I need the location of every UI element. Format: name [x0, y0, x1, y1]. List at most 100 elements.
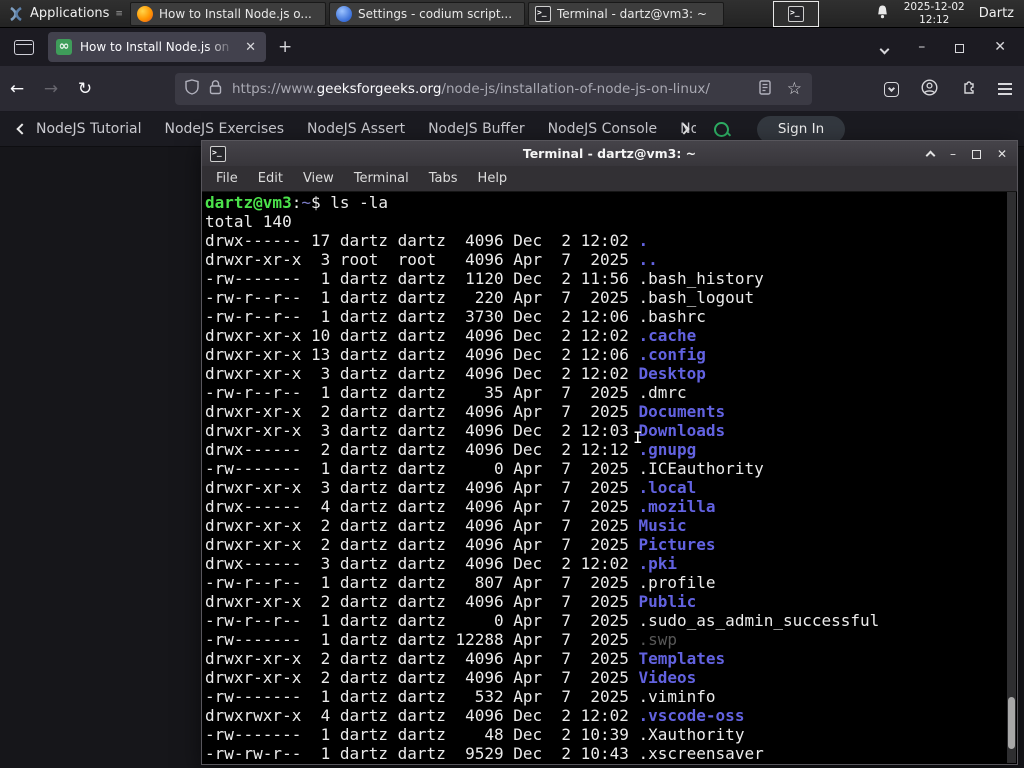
reader-mode-icon[interactable] — [759, 79, 771, 99]
terminal-listing-line: -rw------- 1 dartz dartz 48 Dec 2 10:39 … — [205, 725, 1017, 744]
firefox-view-icon[interactable] — [14, 39, 34, 55]
terminal-menu-bar: File Edit View Terminal Tabs Help — [202, 166, 1017, 192]
terminal-listing-line: drwxrwxr-x 4 dartz dartz 4096 Dec 2 12:0… — [205, 706, 1017, 725]
terminal-listing-line: drwxr-xr-x 3 dartz dartz 4096 Dec 2 12:0… — [205, 364, 1017, 383]
file-meta: drwxr-xr-x 2 dartz dartz 4096 Apr 7 2025 — [205, 535, 639, 554]
file-name: .sudo_as_admin_successful — [638, 611, 880, 630]
terminal-close-button[interactable]: ✕ — [997, 147, 1007, 161]
window-icon — [136, 5, 153, 22]
site-nav-item[interactable]: NodeJS Exercises — [164, 121, 284, 137]
file-meta: drwx------ 17 dartz dartz 4096 Dec 2 12:… — [205, 231, 639, 250]
account-icon[interactable] — [921, 78, 938, 100]
tracking-shield-icon[interactable] — [185, 79, 199, 99]
menu-hamburger-icon[interactable] — [998, 88, 1012, 90]
terminal-listing-line: drwxr-xr-x 2 dartz dartz 4096 Apr 7 2025… — [205, 402, 1017, 421]
list-all-tabs-icon[interactable] — [879, 38, 890, 57]
url-text: https://www.geeksforgeeks.org/node-js/in… — [232, 81, 749, 97]
clock[interactable]: 2025-12-02 12:12 — [904, 1, 965, 26]
search-icon[interactable] — [714, 121, 729, 137]
extensions-puzzle-icon[interactable] — [960, 79, 976, 99]
terminal-total-line: total 140 — [205, 212, 292, 231]
terminal-menu-item[interactable]: Terminal — [344, 171, 419, 186]
site-nav-items: NodeJS Tutorial NodeJS Exercises NodeJS … — [36, 121, 696, 137]
back-button[interactable]: ← — [0, 79, 34, 99]
terminal-title-bar[interactable]: Terminal - dartz@vm3: ~ – ✕ — [202, 141, 1017, 166]
file-meta: drwxrwxr-x 4 dartz dartz 4096 Dec 2 12:0… — [205, 706, 639, 725]
terminal-icon — [787, 5, 804, 22]
file-name: .pki — [638, 554, 678, 573]
new-tab-button[interactable]: + — [278, 37, 292, 57]
file-meta: drwx------ 4 dartz dartz 4096 Apr 7 2025 — [205, 497, 639, 516]
terminal-listing-line: drwxr-xr-x 2 dartz dartz 4096 Apr 7 2025… — [205, 668, 1017, 687]
url-bar[interactable]: https://www.geeksforgeeks.org/node-js/in… — [175, 73, 812, 105]
reload-button[interactable]: ↻ — [68, 79, 102, 99]
terminal-menu-item[interactable]: View — [293, 171, 344, 186]
pocket-save-icon[interactable] — [884, 81, 899, 97]
file-name: .Xauthority — [638, 725, 745, 744]
terminal-menu-item[interactable]: Tabs — [419, 171, 468, 186]
file-meta: drwxr-xr-x 2 dartz dartz 4096 Apr 7 2025 — [205, 649, 639, 668]
browser-minimize-button[interactable]: – — [918, 39, 925, 55]
browser-tab-bar: ∞ How to Install Node.js on ✕ + – ✕ — [0, 28, 1024, 66]
user-menu[interactable]: Dartz — [979, 6, 1014, 21]
taskbar-window-button[interactable]: Settings - codium script... — [328, 1, 525, 26]
terminal-listing-line: -rw-r--r-- 1 dartz dartz 35 Apr 7 2025 .… — [205, 383, 1017, 402]
file-name: .bash_logout — [638, 288, 755, 307]
terminal-listing-line: -rw-r--r-- 1 dartz dartz 807 Apr 7 2025 … — [205, 573, 1017, 592]
workspace-window-preview[interactable] — [772, 0, 819, 27]
file-name: .ICEauthority — [638, 459, 764, 478]
applications-menu-button[interactable]: Applications ≡ — [0, 0, 130, 28]
terminal-listing-line: drwx------ 17 dartz dartz 4096 Dec 2 12:… — [205, 231, 1017, 250]
file-name: .gnupg — [638, 440, 697, 459]
terminal-listing-line: drwxr-xr-x 10 dartz dartz 4096 Dec 2 12:… — [205, 326, 1017, 345]
file-name: Downloads — [638, 421, 726, 440]
terminal-menu-item[interactable]: File — [206, 171, 248, 186]
forward-button[interactable]: → — [34, 79, 68, 99]
panel-tray: 2025-12-02 12:12 Dartz — [875, 1, 1024, 26]
window-button-list: How to Install Node.js o... Settings - c… — [129, 1, 727, 26]
file-meta: drwxr-xr-x 13 dartz dartz 4096 Dec 2 12:… — [205, 345, 639, 364]
terminal-listing-line: drwx------ 2 dartz dartz 4096 Dec 2 12:1… — [205, 440, 1017, 459]
window-button-label: Terminal - dartz@vm3: ~ — [556, 6, 707, 21]
terminal-content[interactable]: dartz@vm3:~$ ls -la total 140 drwx------… — [202, 192, 1017, 763]
file-meta: drwxr-xr-x 3 dartz dartz 4096 Dec 2 12:0… — [205, 364, 639, 383]
terminal-listing-line: drwx------ 4 dartz dartz 4096 Apr 7 2025… — [205, 497, 1017, 516]
menu-lines-icon: ≡ — [115, 8, 122, 19]
site-nav-item[interactable]: NodeJS Assert — [307, 121, 405, 137]
taskbar-window-button[interactable]: Terminal - dartz@vm3: ~ — [527, 1, 724, 26]
file-name: .bashrc — [638, 307, 706, 326]
taskbar-window-button[interactable]: How to Install Node.js o... — [129, 1, 326, 26]
url-domain: geeksforgeeks.org — [316, 81, 442, 97]
lock-icon[interactable] — [209, 79, 222, 99]
site-nav-item[interactable]: NodeJS Tutorial — [36, 121, 141, 137]
terminal-scrollbar-thumb[interactable] — [1008, 697, 1015, 749]
site-nav-item[interactable]: NodeJS Buffer — [428, 121, 525, 137]
tab-close-icon[interactable]: ✕ — [243, 40, 258, 55]
browser-tab-active[interactable]: ∞ How to Install Node.js on ✕ — [48, 32, 266, 62]
file-name: .mozilla — [638, 497, 716, 516]
terminal-menu-item[interactable]: Help — [468, 171, 518, 186]
bookmark-star-icon[interactable]: ☆ — [787, 79, 802, 99]
file-name: Pictures — [638, 535, 716, 554]
browser-maximize-button[interactable] — [955, 38, 965, 57]
terminal-listing-line: drwxr-xr-x 3 root root 4096 Apr 7 2025 .… — [205, 250, 1017, 269]
terminal-listing-line: -rw-r--r-- 1 dartz dartz 220 Apr 7 2025 … — [205, 288, 1017, 307]
file-name: .vscode-oss — [638, 706, 745, 725]
window-icon — [534, 5, 551, 22]
terminal-scrollbar[interactable] — [1007, 192, 1016, 763]
nav-scroll-left-icon[interactable] — [16, 123, 28, 135]
file-name: .dmrc — [638, 383, 687, 402]
terminal-minimize-button[interactable]: – — [950, 147, 956, 161]
prompt-path: ~ — [301, 193, 311, 212]
browser-close-button[interactable]: ✕ — [994, 39, 1006, 55]
terminal-maximize-button[interactable] — [971, 144, 981, 163]
sign-in-button[interactable]: Sign In — [757, 115, 845, 143]
terminal-menu-item[interactable]: Edit — [248, 171, 293, 186]
terminal-prompt-line: dartz@vm3:~$ ls -la — [205, 193, 389, 212]
terminal-shade-button[interactable] — [925, 144, 936, 163]
terminal-listing-line: drwxr-xr-x 2 dartz dartz 4096 Apr 7 2025… — [205, 516, 1017, 535]
file-meta: -rw------- 1 dartz dartz 0 Apr 7 2025 — [205, 459, 639, 478]
file-name: Music — [638, 516, 687, 535]
site-nav-item[interactable]: NodeJS Console — [548, 121, 658, 137]
notification-bell-icon[interactable] — [875, 4, 890, 24]
